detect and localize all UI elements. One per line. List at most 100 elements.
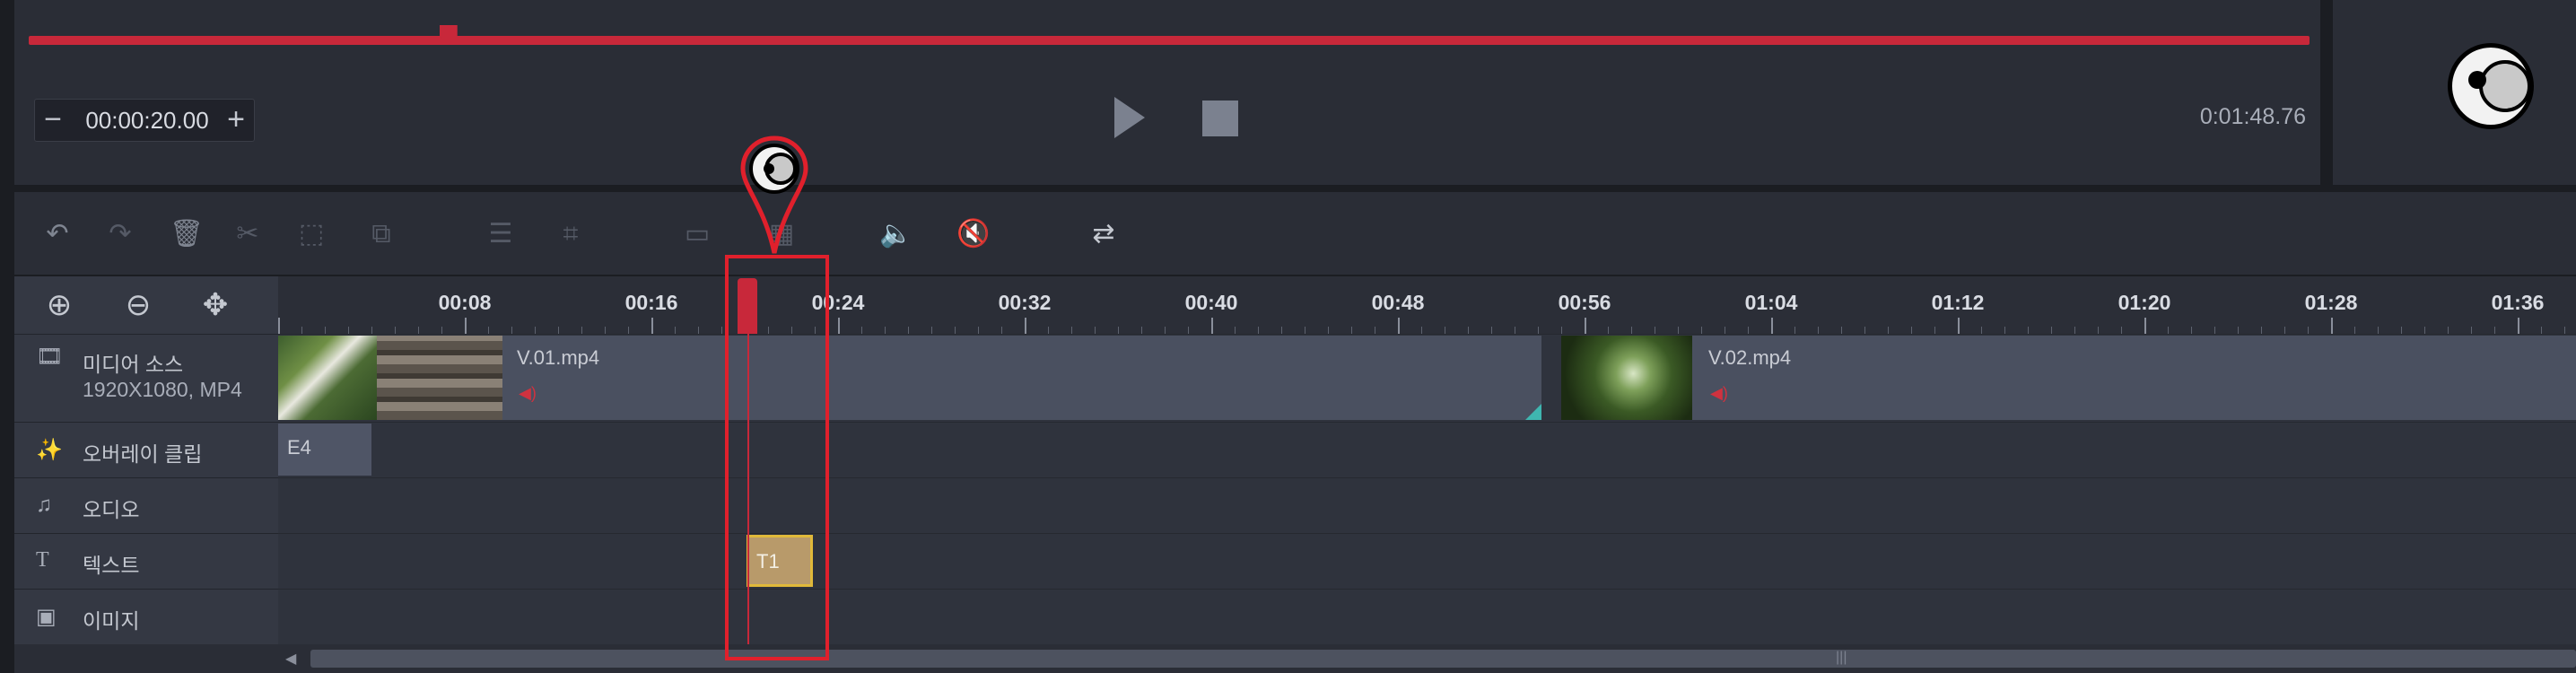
lane-overlay[interactable] <box>278 422 2576 477</box>
ruler-label: 01:12 <box>1931 291 1985 314</box>
time-decrease-button[interactable]: − <box>35 100 71 141</box>
ruler-tick <box>1748 327 1749 334</box>
mute-icon[interactable]: 🔇 <box>953 219 994 249</box>
ruler-tick <box>1001 327 1002 334</box>
lane-text[interactable] <box>278 533 2576 589</box>
ruler-tick <box>1118 327 1119 334</box>
track-audio[interactable]: ♫ 오디오 <box>14 477 278 533</box>
ruler-tick <box>1771 318 1773 334</box>
redo-icon[interactable]: ↷ <box>102 219 138 249</box>
track-text[interactable]: T 텍스트 <box>14 533 278 589</box>
ruler-tick <box>2214 327 2215 334</box>
replace-media-icon[interactable]: ⇄ <box>1075 219 1132 249</box>
scroll-thumb[interactable]: ||| <box>310 650 2576 668</box>
ruler-label: 00:32 <box>998 291 1052 314</box>
ruler-tick <box>1048 327 1049 334</box>
ruler-tick <box>2518 318 2519 334</box>
ruler-tick <box>675 327 676 334</box>
ruler-tick <box>301 327 302 334</box>
ruler-tick <box>885 327 886 334</box>
time-ruler[interactable]: 00:08 00:16 00:24 00:32 00:40 00:48 00:5… <box>278 276 2576 334</box>
ruler-label: 00:16 <box>624 291 678 314</box>
ruler-tick <box>1281 327 1282 334</box>
ruler-label: 00:40 <box>1184 291 1238 314</box>
ruler-tick <box>2168 327 2169 334</box>
time-increase-button[interactable]: + <box>218 100 254 141</box>
ruler-tick <box>2191 327 2192 334</box>
play-button[interactable] <box>1114 97 1145 138</box>
ruler-tick <box>978 327 979 334</box>
fit-timeline-icon[interactable]: ✥ <box>197 287 233 323</box>
seek-bar[interactable] <box>29 36 2310 45</box>
lane-audio[interactable] <box>278 477 2576 533</box>
ruler-tick <box>1095 327 1096 334</box>
crop-icon[interactable]: ⌗ <box>553 219 589 249</box>
ruler-tick <box>1678 327 1679 334</box>
clip-thumbnail <box>1561 336 1692 420</box>
ruler-tick <box>2004 327 2005 334</box>
scroll-left-icon[interactable]: ◀ <box>285 650 296 668</box>
ruler-tick <box>2471 327 2472 334</box>
track-media-source[interactable]: 🎞 미디어 소스 1920X1080, MP4 <box>14 334 278 422</box>
track-overlay-clip[interactable]: ✨ 오버레이 클립 <box>14 422 278 477</box>
ruler-tick <box>2098 327 2099 334</box>
track-label: 오디오 <box>83 498 140 521</box>
track-sublabel: 1920X1080, MP4 <box>83 378 242 401</box>
ruler-tick <box>1888 327 1889 334</box>
current-time-input[interactable]: 00:00:20.00 <box>80 100 214 141</box>
ruler-tick <box>1165 327 1166 334</box>
stop-button[interactable] <box>1202 101 1238 136</box>
overlay-clip[interactable]: E4 <box>278 424 371 476</box>
ruler-label: 01:04 <box>1744 291 1798 314</box>
music-note-icon: ♫ <box>36 493 52 517</box>
image-insert-icon[interactable]: ▭ <box>673 219 721 249</box>
track-head-footer <box>14 644 278 673</box>
ruler-tick <box>1188 327 1189 334</box>
lane-image[interactable] <box>278 589 2576 644</box>
clip-thumbnail <box>377 336 502 420</box>
ruler-tick <box>1585 318 1586 334</box>
adjust-icon[interactable]: ☰ <box>483 219 519 249</box>
ruler-tick <box>1561 327 1562 334</box>
ruler-tick <box>2261 327 2262 334</box>
ruler-tick <box>535 327 536 334</box>
ruler-tick <box>1328 327 1329 334</box>
cut-icon[interactable]: ✂ <box>230 219 266 249</box>
track-label: 오버레이 클립 <box>83 442 203 466</box>
text-icon: T <box>36 548 49 572</box>
ruler-tick <box>2401 327 2402 334</box>
ruler-tick <box>1538 327 1539 334</box>
video-clip-1[interactable]: V.01.mp4 ◀) <box>278 336 1541 420</box>
track-image[interactable]: ▣ 이미지 <box>14 589 278 644</box>
ruler-tick <box>721 327 722 334</box>
ruler-tick <box>1864 327 1865 334</box>
track-label: 미디어 소스 <box>83 353 184 376</box>
ruler-tick <box>1981 327 1982 334</box>
ruler-tick <box>838 318 840 334</box>
ruler-tick <box>1958 318 1960 334</box>
select-region-icon[interactable]: ⬚ <box>289 219 334 249</box>
volume-icon[interactable]: 🔈 <box>876 219 917 249</box>
ruler-tick <box>2074 327 2075 334</box>
ruler-label: 00:56 <box>1558 291 1611 314</box>
clip-thumbnail <box>278 336 377 420</box>
transition-marker[interactable] <box>1525 404 1541 420</box>
timeline-scrollbar[interactable]: ◀ ||| <box>278 644 2576 673</box>
video-clip-2[interactable]: V.02.mp4 ◀) <box>1561 336 2576 420</box>
ruler-tick <box>511 327 512 334</box>
split-icon[interactable]: ⧉ <box>359 219 404 249</box>
zoom-out-icon[interactable]: ⊖ <box>120 287 156 323</box>
clip-name: V.02.mp4 <box>1708 346 1792 369</box>
ruler-tick <box>441 327 442 334</box>
ruler-label: 01:20 <box>2118 291 2171 314</box>
zoom-in-icon[interactable]: ⊕ <box>41 287 77 323</box>
ruler-tick <box>418 327 419 334</box>
undo-icon[interactable]: ↶ <box>39 219 75 249</box>
ruler-tick <box>1818 327 1819 334</box>
ruler-tick <box>2284 327 2285 334</box>
ruler-tick <box>1491 327 1492 334</box>
ruler-tick <box>558 327 559 334</box>
ruler-tick <box>1934 327 1935 334</box>
delete-icon[interactable]: 🗑 <box>169 219 205 249</box>
ruler-tick <box>465 318 467 334</box>
